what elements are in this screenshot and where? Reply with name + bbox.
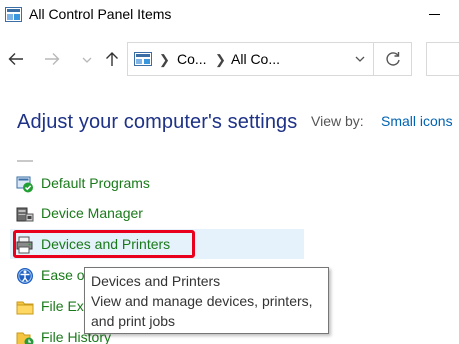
list-item-default-programs[interactable]: Default Programs [10, 168, 304, 198]
file-explorer-options-icon [16, 298, 34, 316]
navigation-bar: ❯ Co... ❯ All Co... [0, 31, 459, 86]
clipped-item-above [17, 160, 33, 162]
ease-of-access-icon [16, 267, 34, 285]
list-item-label: Ease o [41, 267, 85, 283]
view-by-label: View by: [311, 113, 364, 129]
up-arrow-icon [106, 52, 118, 66]
forward-button[interactable] [40, 45, 66, 73]
list-item-file-explorer-options[interactable]: File Ex [10, 291, 84, 321]
search-input[interactable] [426, 42, 459, 76]
chevron-down-icon [82, 57, 92, 63]
up-button[interactable] [99, 45, 125, 73]
device-manager-icon [16, 205, 34, 223]
recent-locations-button[interactable] [78, 45, 98, 73]
minimize-button[interactable] [412, 0, 458, 31]
tooltip: Devices and Printers View and manage dev… [84, 267, 329, 334]
minimize-icon [429, 14, 440, 15]
address-dropdown-button[interactable] [348, 43, 372, 75]
tooltip-description-line-1: View and manage devices, printers, [91, 293, 313, 309]
refresh-icon [386, 52, 400, 66]
chevron-down-icon [355, 56, 365, 62]
address-bar[interactable]: ❯ Co... ❯ All Co... [127, 42, 412, 76]
control-panel-icon [134, 52, 152, 66]
breadcrumb-chevron-icon[interactable]: ❯ [215, 52, 226, 68]
tooltip-description-line-2: and print jobs [91, 313, 176, 329]
list-item-ease-of-access[interactable]: Ease o [10, 260, 85, 290]
list-item-devices-and-printers[interactable]: Devices and Printers [10, 229, 304, 259]
page-title: Adjust your computer's settings [17, 111, 298, 133]
default-programs-icon [16, 175, 34, 193]
breadcrumb-all-items[interactable]: All Co... [231, 51, 280, 67]
back-button[interactable] [4, 45, 30, 73]
list-item-label: Default Programs [41, 175, 150, 191]
file-history-icon [16, 329, 34, 344]
highlight-outline [13, 230, 195, 258]
list-item-label: Device Manager [41, 205, 143, 221]
back-arrow-icon [8, 53, 23, 65]
refresh-button[interactable] [373, 43, 411, 75]
breadcrumb-chevron-icon[interactable]: ❯ [159, 52, 170, 68]
tooltip-title: Devices and Printers [91, 273, 221, 289]
breadcrumb-control-panel[interactable]: Co... [177, 51, 207, 67]
window-title: All Control Panel Items [29, 6, 172, 22]
view-by-dropdown[interactable]: Small icons [381, 113, 453, 129]
title-bar: All Control Panel Items [0, 0, 459, 31]
list-item-label: File Ex [41, 298, 84, 314]
list-item-device-manager[interactable]: Device Manager [10, 198, 304, 228]
control-panel-icon [5, 7, 22, 22]
forward-arrow-icon [45, 53, 60, 65]
